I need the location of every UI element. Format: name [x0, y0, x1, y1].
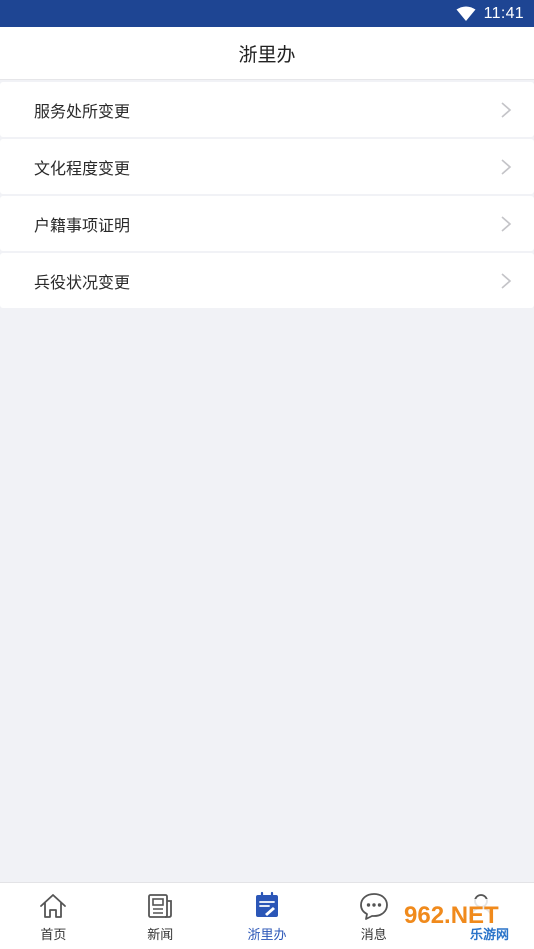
page-title: 浙里办 — [238, 43, 296, 66]
list-item-education-change[interactable]: 文化程度变更 — [0, 139, 534, 194]
list-item-label: 户籍事项证明 — [34, 215, 131, 235]
services-icon — [255, 891, 278, 917]
wifi-icon — [456, 6, 476, 21]
list-item-label: 服务处所变更 — [34, 101, 131, 121]
status-time: 11:41 — [483, 4, 524, 22]
tab-messages[interactable]: 消息 — [320, 883, 427, 949]
tab-label: 消息 — [360, 928, 387, 943]
tab-label: 首页 — [40, 928, 67, 943]
service-list: 服务处所变更 文化程度变更 户籍事项证明 兵役状况变更 — [0, 82, 534, 310]
list-item-label: 文化程度变更 — [34, 158, 131, 178]
list-item-household-certificate[interactable]: 户籍事项证明 — [0, 196, 534, 251]
list-item-military-status-change[interactable]: 兵役状况变更 — [0, 253, 534, 308]
list-item-label: 兵役状况变更 — [34, 272, 131, 292]
tab-profile[interactable] — [427, 883, 534, 949]
news-icon — [148, 894, 173, 918]
home-icon — [40, 894, 67, 918]
list-item-service-address-change[interactable]: 服务处所变更 — [0, 82, 534, 137]
tab-news[interactable]: 新闻 — [107, 883, 214, 949]
chevron-right-icon — [501, 101, 512, 118]
message-icon — [359, 893, 388, 920]
tab-label: 浙里办 — [247, 928, 287, 943]
tab-home[interactable]: 首页 — [0, 883, 107, 949]
tab-label: 新闻 — [147, 928, 174, 943]
bottom-tab-bar: 首页 新闻 浙里办 消息 — [0, 882, 534, 949]
chevron-right-icon — [501, 272, 512, 289]
status-bar: 11:41 — [0, 0, 534, 27]
profile-icon — [468, 894, 493, 920]
tab-zheliban[interactable]: 浙里办 — [214, 883, 321, 949]
page-header: 浙里办 — [0, 27, 534, 80]
chevron-right-icon — [501, 215, 512, 232]
chevron-right-icon — [501, 158, 512, 175]
